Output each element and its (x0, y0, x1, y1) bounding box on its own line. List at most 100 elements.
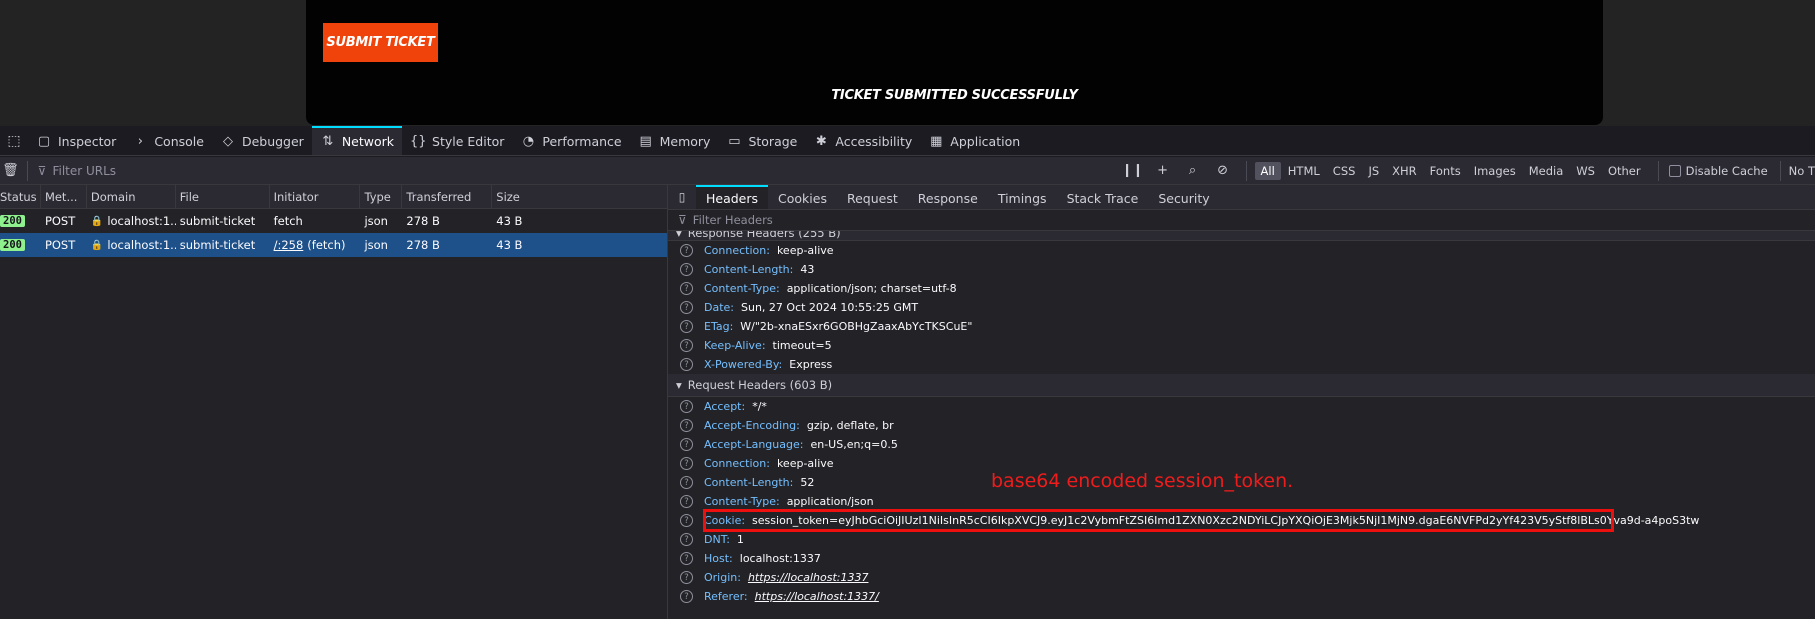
tab-request[interactable]: Request (837, 185, 908, 209)
tab-style-editor[interactable]: {} Style Editor (402, 126, 512, 155)
tab-label: Memory (659, 134, 711, 149)
column-transferred[interactable]: Transferred (402, 185, 493, 208)
trash-icon[interactable]: 🗑 (0, 163, 21, 178)
header-name: Connection: (704, 457, 770, 470)
header-value: 52 (800, 476, 815, 489)
tab-memory[interactable]: ▤ Memory (630, 126, 719, 155)
disable-cache-checkbox[interactable] (1668, 164, 1681, 177)
help-icon[interactable]: ? (680, 457, 693, 470)
help-icon[interactable]: ? (680, 571, 693, 584)
tab-headers[interactable]: Headers (696, 185, 769, 209)
block-icon[interactable]: ⊘ (1210, 163, 1236, 178)
request-row-selected[interactable]: 200 POST 🔒 localhost:1... submit-ticket /… (0, 233, 667, 257)
search-icon[interactable]: ⌕ (1180, 163, 1206, 178)
help-icon[interactable]: ? (680, 533, 693, 546)
element-picker-icon[interactable]: ⬚ (0, 126, 28, 155)
help-icon[interactable]: ? (680, 320, 693, 333)
help-icon[interactable]: ? (680, 590, 693, 603)
tab-cookies[interactable]: Cookies (768, 185, 837, 209)
help-icon[interactable]: ? (680, 301, 693, 314)
tab-response[interactable]: Response (908, 185, 988, 209)
tab-label: Inspector (58, 134, 117, 149)
header-name: Content-Length: (704, 476, 794, 489)
tab-label: Debugger (241, 134, 304, 149)
header-value-link[interactable]: https://localhost:1337/ (755, 590, 879, 603)
header-value: localhost:1337 (739, 552, 821, 565)
initiator-text: (fetch) (307, 238, 346, 252)
header-row: ? Origin: https://localhost:1337 (668, 568, 1815, 587)
tab-accessibility[interactable]: ✱ Accessibility (805, 126, 920, 155)
toggle-sidebar-icon[interactable]: ▯ (668, 185, 696, 209)
header-name: ETag: (704, 320, 734, 333)
filter-images[interactable]: Images (1468, 162, 1522, 180)
response-headers-section[interactable]: ▾ Response Headers (255 B) (668, 231, 1815, 241)
tab-application[interactable]: ▦ Application (920, 126, 1028, 155)
tab-stack-trace[interactable]: Stack Trace (1057, 185, 1149, 209)
performance-icon: ◔ (522, 134, 535, 149)
help-icon[interactable]: ? (680, 514, 693, 527)
help-icon[interactable]: ? (680, 282, 693, 295)
tab-debugger[interactable]: ◇ Debugger (212, 126, 312, 155)
tab-timings[interactable]: Timings (988, 185, 1057, 209)
column-initiator[interactable]: Initiator (270, 185, 361, 208)
tab-performance[interactable]: ◔ Performance (512, 126, 629, 155)
filter-urls-input[interactable] (52, 163, 953, 178)
initiator-link[interactable]: /:258 (274, 238, 304, 252)
throttle-select[interactable]: No T (1779, 160, 1815, 181)
filter-ws[interactable]: WS (1570, 162, 1601, 180)
tab-storage[interactable]: ▭ Storage (718, 126, 805, 155)
request-list: Status Met... Domain File Initiator Type… (0, 185, 668, 619)
help-icon[interactable]: ? (680, 400, 693, 413)
column-file[interactable]: File (176, 185, 270, 208)
filter-other[interactable]: Other (1602, 162, 1647, 180)
help-icon[interactable]: ? (680, 495, 693, 508)
header-name: Host: (704, 552, 733, 565)
column-size[interactable]: Size (492, 185, 667, 208)
filter-js[interactable]: JS (1362, 162, 1385, 180)
file-cell: submit-ticket (179, 214, 256, 228)
filter-icon: ⊽ (37, 163, 47, 178)
header-name: Content-Type: (704, 282, 780, 295)
filter-css[interactable]: CSS (1327, 162, 1362, 180)
header-value-link[interactable]: https://localhost:1337 (748, 571, 869, 584)
help-icon[interactable]: ? (680, 419, 693, 432)
request-headers-section[interactable]: ▾ Request Headers (603 B) (668, 374, 1815, 397)
filter-html[interactable]: HTML (1282, 162, 1326, 180)
file-cell: submit-ticket (179, 238, 256, 252)
filter-media[interactable]: Media (1523, 162, 1570, 180)
plus-icon[interactable]: + (1150, 163, 1176, 178)
filter-fonts[interactable]: Fonts (1424, 162, 1467, 180)
filter-icon: ⊽ (678, 213, 687, 227)
filter-xhr[interactable]: XHR (1386, 162, 1423, 180)
tab-inspector[interactable]: ▢ Inspector (28, 126, 124, 155)
toolbar-actions: ❙❙ + ⌕ ⊘ (1120, 163, 1236, 178)
tab-security[interactable]: Security (1148, 185, 1219, 209)
column-domain[interactable]: Domain (87, 185, 176, 208)
column-method[interactable]: Met... (41, 185, 87, 208)
header-row: ? Host: localhost:1337 (668, 549, 1815, 568)
help-icon[interactable]: ? (680, 339, 693, 352)
memory-icon: ▤ (639, 134, 652, 149)
help-icon[interactable]: ? (680, 476, 693, 489)
header-name: Origin: (704, 571, 741, 584)
help-icon[interactable]: ? (680, 263, 693, 276)
tab-network[interactable]: ⇅ Network (311, 126, 403, 155)
help-icon[interactable]: ? (680, 244, 693, 257)
help-icon[interactable]: ? (680, 358, 693, 371)
disable-cache-toggle[interactable]: Disable Cache (1657, 160, 1768, 181)
tab-console[interactable]: › Console (124, 126, 212, 155)
submit-ticket-button[interactable]: Submit Ticket (323, 23, 438, 62)
disable-cache-label: Disable Cache (1685, 163, 1768, 178)
help-icon[interactable]: ? (680, 438, 693, 451)
header-value: keep-alive (776, 244, 834, 257)
filter-all[interactable]: All (1254, 161, 1281, 180)
request-row[interactable]: 200 POST 🔒 localhost:1... submit-ticket f… (0, 209, 667, 233)
help-icon[interactable]: ? (680, 552, 693, 565)
column-status[interactable]: Status (0, 185, 41, 208)
column-type[interactable]: Type (360, 185, 403, 208)
request-details-panel: ▯ Headers Cookies Request Response Timin… (668, 185, 1815, 619)
filter-headers-input[interactable] (692, 213, 1093, 227)
header-value: application/json; charset=utf-8 (786, 282, 957, 295)
type-cell: json (364, 238, 388, 252)
pause-icon[interactable]: ❙❙ (1120, 163, 1146, 178)
